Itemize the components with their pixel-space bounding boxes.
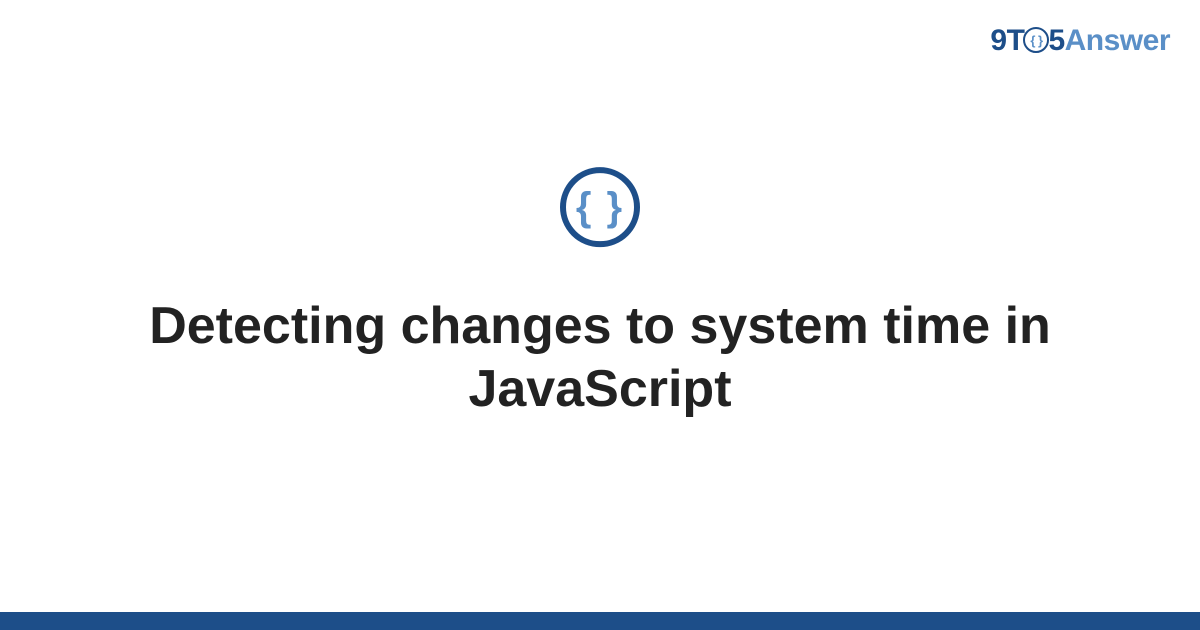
logo-circle-icon: { } <box>1023 27 1049 53</box>
main-content: { } Detecting changes to system time in … <box>0 167 1200 422</box>
page-title: Detecting changes to system time in Java… <box>80 295 1120 422</box>
footer-accent-bar <box>0 612 1200 630</box>
code-braces-icon: { } <box>560 167 640 247</box>
logo-text-5: 5 <box>1048 24 1064 57</box>
braces-glyph: { } <box>576 187 624 227</box>
logo-text-9t: 9T <box>990 24 1024 57</box>
logo-text-answer: Answer <box>1065 24 1170 57</box>
logo-circle-inner: { } <box>1030 34 1042 47</box>
brand-logo: 9T { } 5Answer <box>990 24 1170 58</box>
